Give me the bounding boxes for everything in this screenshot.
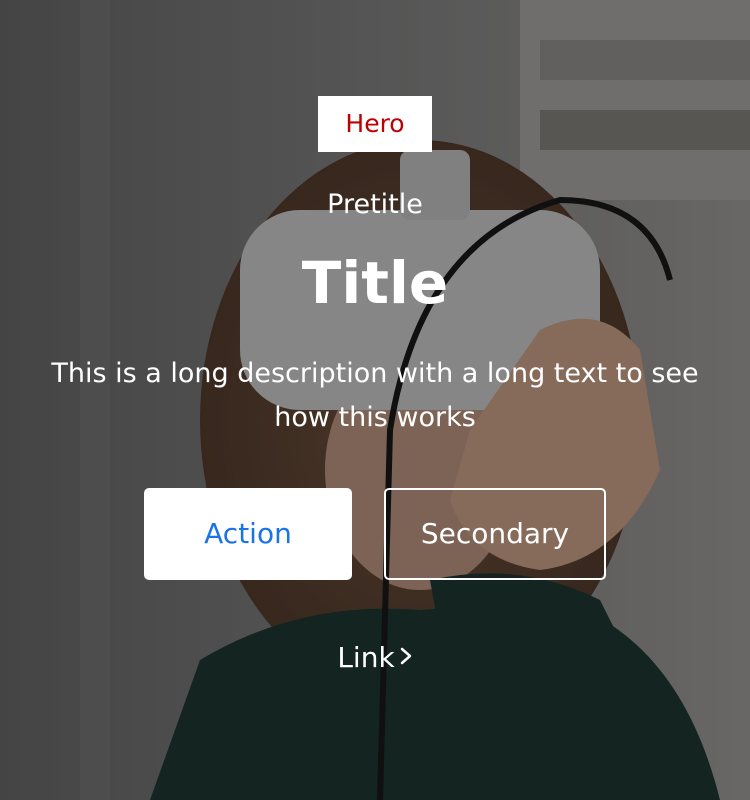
secondary-button[interactable]: Secondary <box>384 488 606 580</box>
hero-content: Hero Pretitle Title This is a long descr… <box>0 0 750 800</box>
pretitle: Pretitle <box>327 189 423 220</box>
hero-badge: Hero <box>318 96 432 152</box>
hero-description: This is a long description with a long t… <box>51 358 699 433</box>
hero-section: Hero Pretitle Title This is a long descr… <box>0 0 750 800</box>
chevron-right-icon <box>399 635 413 679</box>
hero-link[interactable]: Link <box>0 636 750 681</box>
hero-title: Title <box>301 249 449 317</box>
action-button[interactable]: Action <box>144 488 352 580</box>
hero-link-label: Link <box>337 641 395 674</box>
